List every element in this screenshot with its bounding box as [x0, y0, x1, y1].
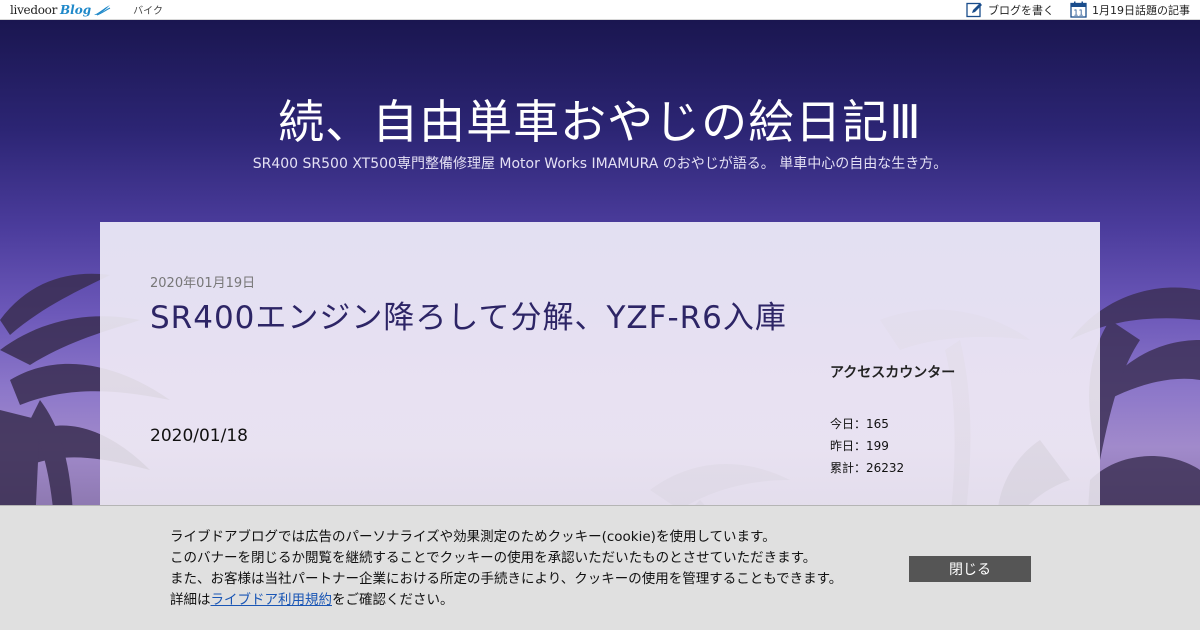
trending-articles-link[interactable]: 11 1月19日話題の記事: [1070, 1, 1190, 18]
access-counter-widget: アクセスカウンター 今日：165 昨日：199 累計：26232: [830, 362, 1050, 479]
logo-livedoor-text: livedoor: [10, 2, 58, 17]
counter-today: 今日：165: [830, 417, 889, 431]
cookie-line-4-suffix: をご確認ください。: [332, 592, 454, 608]
cookie-line-1: ライブドアブログでは広告のパーソナライズや効果測定のためクッキー(cookie)…: [170, 529, 776, 545]
counter-total: 累計：26232: [830, 461, 905, 475]
calendar-icon: 11: [1070, 1, 1087, 18]
write-blog-link[interactable]: ブログを書く: [966, 2, 1054, 18]
counter-yesterday: 昨日：199: [830, 439, 889, 453]
cookie-line-4-prefix: 詳細は: [170, 592, 211, 608]
logo-blog-text: Blog: [60, 2, 92, 17]
blog-category-link[interactable]: バイク: [133, 2, 163, 17]
calendar-day-number: 11: [1073, 9, 1083, 18]
blog-description: SR400 SR500 XT500専門整備修理屋 Motor Works IMA…: [252, 156, 948, 172]
pencil-icon: [966, 2, 982, 17]
access-counter-title: アクセスカウンター: [830, 365, 956, 381]
cookie-line-3: また、お客様は当社パートナー企業における所定の手続きにより、クッキーの使用を管理…: [170, 571, 843, 587]
post-title[interactable]: SR400エンジン降ろして分解、YZF-R6入庫: [150, 298, 790, 338]
post-body-date: 2020/01/18: [150, 426, 248, 446]
cookie-message: ライブドアブログでは広告のパーソナライズや効果測定のためクッキー(cookie)…: [170, 527, 890, 611]
top-bar: livedoor Blog バイク ブログを書く 11 1月19日話題の記事: [0, 0, 1200, 20]
livedoor-blog-logo[interactable]: livedoor Blog: [10, 3, 111, 17]
close-cookie-button[interactable]: 閉じる: [909, 556, 1031, 582]
cookie-line-4: 詳細はライブドア利用規約をご確認ください。: [170, 590, 890, 611]
logo-swoosh-icon: [94, 4, 111, 15]
write-blog-label: ブログを書く: [988, 3, 1054, 17]
cookie-line-2: このバナーを閉じるか閲覧を継続することでクッキーの使用を承認いただいたものとさせ…: [170, 550, 817, 566]
blog-title[interactable]: 続、自由単車おやじの絵日記Ⅲ: [0, 86, 1200, 152]
trending-articles-label: 1月19日話題の記事: [1092, 3, 1190, 17]
cookie-consent-banner: ライブドアブログでは広告のパーソナライズや効果測定のためクッキー(cookie)…: [0, 505, 1200, 630]
post-date: 2020年01月19日: [150, 276, 256, 291]
terms-of-use-link[interactable]: ライブドア利用規約: [211, 592, 333, 608]
